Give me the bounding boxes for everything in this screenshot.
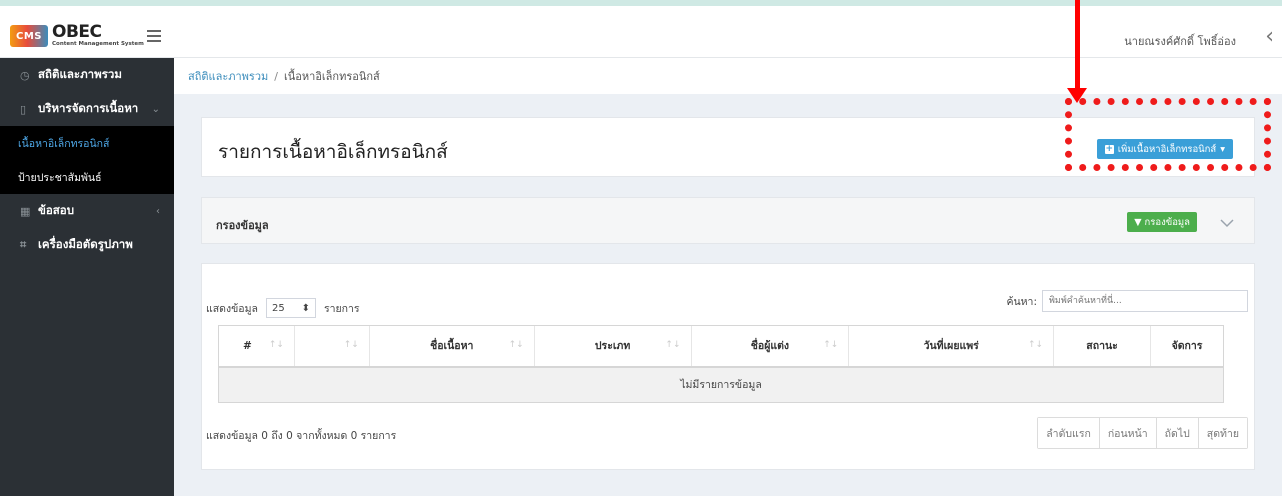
sort-updown-icon: ⬍ (301, 302, 310, 314)
sidebar-item-label: ข้อสอบ (38, 203, 74, 217)
sidebar-subitem-electronic-content[interactable]: เนื้อหาอิเล็กทรอนิกส์ (0, 126, 174, 160)
sort-icon: ↑↓ (268, 340, 284, 350)
breadcrumb-separator: / (274, 69, 278, 83)
pagination: ลำดับแรก ก่อนหน้า ถัดไป สุดท้าย (1037, 417, 1248, 449)
empty-message: ไม่มีรายการข้อมูล (218, 366, 1224, 403)
pagination-next[interactable]: ถัดไป (1155, 418, 1198, 448)
chevron-down-icon: ⌄ (151, 103, 160, 115)
table-header-row: # ↑↓ ↑↓ ชื่อเนื้อหา ↑↓ ประเภท ↑↓ ชื่อผู้แต่… (218, 325, 1224, 368)
column-header[interactable]: ชื่อผู้แต่ง ↑↓ (690, 325, 849, 368)
sidebar-item-image-crop[interactable]: ⌗ เครื่องมือตัดรูปภาพ (0, 228, 174, 262)
dashboard-icon: ◷ (20, 68, 30, 82)
annotation-highlight-box (1065, 98, 1271, 171)
annotation-arrow-shaft (1075, 0, 1080, 90)
content-table: # ↑↓ ↑↓ ชื่อเนื้อหา ↑↓ ประเภท ↑↓ ชื่อผู้แต่… (218, 325, 1224, 403)
search-input[interactable] (1042, 290, 1248, 312)
chevron-left-small-icon: ‹ (156, 205, 160, 217)
pagination-last[interactable]: สุดท้าย (1197, 418, 1247, 448)
column-header[interactable]: ↑↓ (293, 325, 370, 368)
sort-icon: ↑↓ (343, 340, 359, 350)
filter-title: กรองข้อมูล (216, 219, 269, 232)
column-header[interactable]: ประเภท ↑↓ (533, 325, 692, 368)
hamburger-icon[interactable] (147, 30, 161, 42)
sidebar-item-exam[interactable]: ▦ ข้อสอบ ‹ (0, 194, 174, 228)
pagination-first[interactable]: ลำดับแรก (1038, 418, 1099, 448)
search-label: ค้นหา: (1006, 295, 1037, 308)
brand-subtitle: Content Management System (52, 41, 144, 48)
sidebar-item-content-management[interactable]: ▯ บริหารจัดการเนื้อหา ⌄ (0, 92, 174, 126)
filter-button-label: กรองข้อมูล (1144, 216, 1190, 228)
sort-icon: ↑↓ (665, 340, 681, 350)
filter-button[interactable]: ▼ กรองข้อมูล (1127, 212, 1197, 232)
grid-icon: ▦ (20, 204, 31, 218)
page-bottom (174, 488, 1282, 496)
column-header: จัดการ (1150, 325, 1224, 368)
chevron-down-icon[interactable] (1220, 216, 1234, 230)
table-row: ไม่มีรายการข้อมูล (218, 366, 1224, 403)
pagination-previous[interactable]: ก่อนหน้า (1098, 418, 1156, 448)
sidebar-item-label: สถิติและภาพรวม (38, 67, 122, 81)
show-entries-label: แสดงข้อมูล (206, 302, 258, 315)
file-icon: ▯ (20, 102, 27, 116)
table-info: แสดงข้อมูล 0 ถึง 0 จากทั้งหมด 0 รายการ (206, 430, 397, 442)
page-size-select[interactable]: 25 ⬍ (265, 298, 316, 318)
brand-logo[interactable]: CMS OBEC Content Management System (10, 20, 144, 52)
sidebar-item-label: บริหารจัดการเนื้อหา (38, 101, 139, 115)
user-name[interactable]: นายณรงค์ศักดิ์ โพธิ์อ่อง (1124, 32, 1236, 50)
breadcrumb-current: เนื้อหาอิเล็กทรอนิกส์ (284, 70, 380, 83)
chevron-left-icon[interactable]: ‹ (1265, 26, 1274, 48)
page-size-value: 25 (271, 302, 285, 314)
sort-icon: ↑↓ (1028, 340, 1044, 350)
breadcrumb-home-link[interactable]: สถิติและภาพรวม (188, 67, 268, 85)
cms-badge: CMS (10, 25, 48, 47)
sidebar-subitem-banner[interactable]: ป้ายประชาสัมพันธ์ (0, 160, 174, 194)
top-navbar: CMS OBEC Content Management System นายณร… (0, 0, 1282, 58)
filter-card: กรองข้อมูล ▼ กรองข้อมูล (201, 197, 1255, 244)
sidebar-item-label: เครื่องมือตัดรูปภาพ (38, 237, 133, 251)
table-card: แสดงข้อมูล 25 ⬍ รายการ ค้นหา: #↑↓ ↑↓ ชื่… (201, 263, 1255, 470)
column-header[interactable]: ชื่อเนื้อหา ↑↓ (368, 325, 535, 368)
sort-icon: ↑↓ (823, 340, 839, 350)
column-header[interactable]: วันที่เผยแพร่ ↑↓ (848, 325, 1054, 368)
column-header[interactable]: # ↑↓ (218, 325, 295, 368)
sort-icon: ↑↓ (508, 340, 524, 350)
funnel-icon: ▼ (1134, 216, 1142, 228)
breadcrumb: สถิติและภาพรวม / เนื้อหาอิเล็กทรอนิกส์ (174, 58, 1282, 94)
sidebar: ◷ สถิติและภาพรวม ▯ บริหารจัดการเนื้อหา ⌄… (0, 58, 174, 496)
column-header: สถานะ (1053, 325, 1151, 368)
sidebar-item-dashboard[interactable]: ◷ สถิติและภาพรวม (0, 58, 174, 92)
brand-name: OBEC (52, 22, 102, 43)
crop-icon: ⌗ (20, 238, 27, 251)
page-title: รายการเนื้อหาอิเล็กทรอนิกส์ (218, 141, 448, 163)
entries-label: รายการ (323, 302, 360, 315)
